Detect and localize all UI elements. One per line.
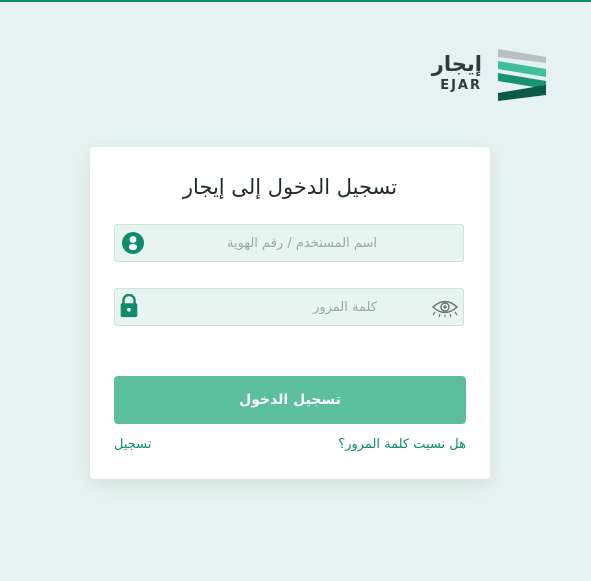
- top-accent-line: [0, 0, 591, 2]
- login-button[interactable]: تسجيل الدخول: [114, 376, 466, 424]
- logo-text-arabic: إيجار: [431, 52, 482, 76]
- username-input[interactable]: [155, 225, 377, 261]
- forgot-password-link[interactable]: هل نسيت كلمة المرور؟: [338, 437, 466, 452]
- password-input[interactable]: [155, 289, 377, 325]
- ejar-logo: إيجار EJAR: [431, 44, 546, 102]
- login-card: تسجيل الدخول إلى إيجار تسجيل الدخول هل ن…: [90, 147, 490, 479]
- password-field: [114, 288, 464, 326]
- page-title: تسجيل الدخول إلى إيجار: [182, 175, 398, 199]
- register-link[interactable]: تسجيل: [114, 437, 151, 452]
- eye-icon[interactable]: [431, 297, 459, 317]
- logo-text-english: EJAR: [440, 78, 482, 93]
- user-circle-icon: [122, 232, 144, 254]
- username-field: [114, 224, 464, 262]
- ejar-logo-mark-icon: [498, 49, 546, 101]
- lock-icon: [120, 294, 138, 318]
